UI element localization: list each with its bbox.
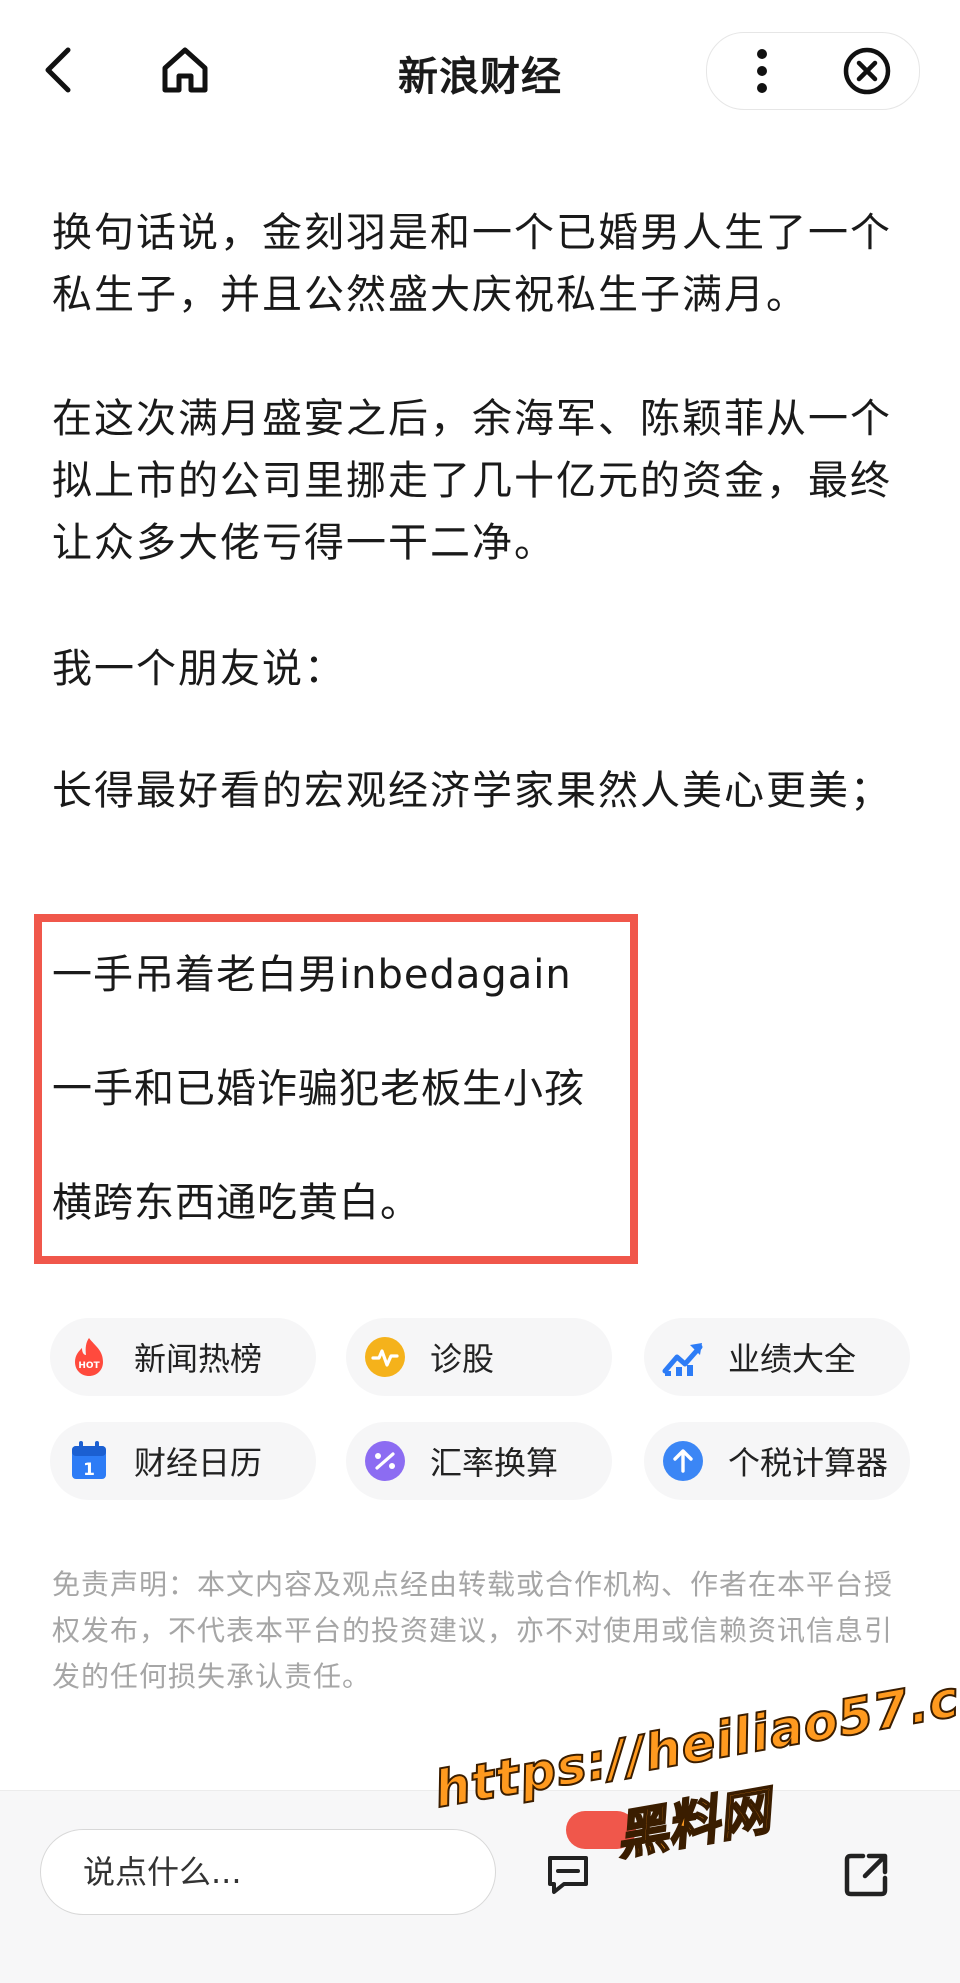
chip-label: 业绩大全 bbox=[728, 1340, 857, 1378]
share-button[interactable] bbox=[826, 1835, 906, 1915]
chip-label: 财经日历 bbox=[134, 1444, 263, 1482]
tool-earnings[interactable]: 业绩大全 bbox=[644, 1318, 910, 1396]
close-circle-icon bbox=[843, 47, 891, 95]
article-paragraph: 我一个朋友说： bbox=[52, 646, 346, 692]
upload-arrow-icon bbox=[662, 1440, 704, 1482]
comment-icon bbox=[548, 1856, 588, 1894]
more-button[interactable] bbox=[727, 33, 797, 109]
tool-news-hot[interactable]: HOT 新闻热榜 bbox=[50, 1318, 316, 1396]
article-paragraph: 在这次满月盛宴之后，余海军、陈颖菲从一个拟上市的公司里挪走了几十亿元的资金，最终… bbox=[52, 396, 892, 566]
article-paragraph: 长得最好看的宏观经济学家果然人美心更美； bbox=[52, 768, 892, 814]
highlight-line: 横跨东西通吃黄白。 bbox=[52, 1180, 421, 1226]
bottom-comment-bar: 说点什么... bbox=[0, 1790, 960, 1983]
chip-label: 新闻热榜 bbox=[134, 1340, 263, 1378]
chip-label: 诊股 bbox=[430, 1340, 495, 1378]
disclaimer-text: 免责声明：本文内容及观点经由转载或合作机构、作者在本平台授权发布，不代表本平台的… bbox=[52, 1568, 894, 1693]
calendar-icon: 1 bbox=[68, 1440, 110, 1482]
stock-pulse-icon bbox=[364, 1336, 406, 1378]
highlight-line: 一手和已婚诈骗犯老板生小孩 bbox=[52, 1066, 585, 1112]
chip-label: 汇率换算 bbox=[430, 1444, 559, 1482]
tool-stock-diagnose[interactable]: 诊股 bbox=[346, 1318, 612, 1396]
highlight-line: 一手吊着老白男inbedagain bbox=[52, 952, 572, 998]
comment-count-badge bbox=[566, 1811, 636, 1849]
top-nav-bar: 新浪财经 bbox=[0, 0, 960, 130]
trend-chart-icon bbox=[662, 1336, 704, 1378]
more-vertical-icon bbox=[757, 49, 767, 93]
article-paragraph: 换句话说，金刻羽是和一个已婚男人生了一个私生子，并且公然盛大庆祝私生子满月。 bbox=[52, 210, 892, 318]
miniapp-capsule bbox=[706, 32, 920, 110]
svg-text:1: 1 bbox=[83, 1460, 95, 1480]
close-button[interactable] bbox=[829, 33, 905, 109]
comment-input[interactable]: 说点什么... bbox=[40, 1829, 496, 1915]
tool-exchange-rate[interactable]: 汇率换算 bbox=[346, 1422, 612, 1500]
share-icon bbox=[844, 1853, 888, 1897]
svg-text:HOT: HOT bbox=[78, 1361, 100, 1371]
chip-label: 个税计算器 bbox=[728, 1444, 889, 1482]
exchange-icon bbox=[364, 1440, 406, 1482]
hot-flame-icon: HOT bbox=[68, 1336, 110, 1378]
tool-finance-calendar[interactable]: 1 财经日历 bbox=[50, 1422, 316, 1500]
tool-tax-calculator[interactable]: 个税计算器 bbox=[644, 1422, 910, 1500]
